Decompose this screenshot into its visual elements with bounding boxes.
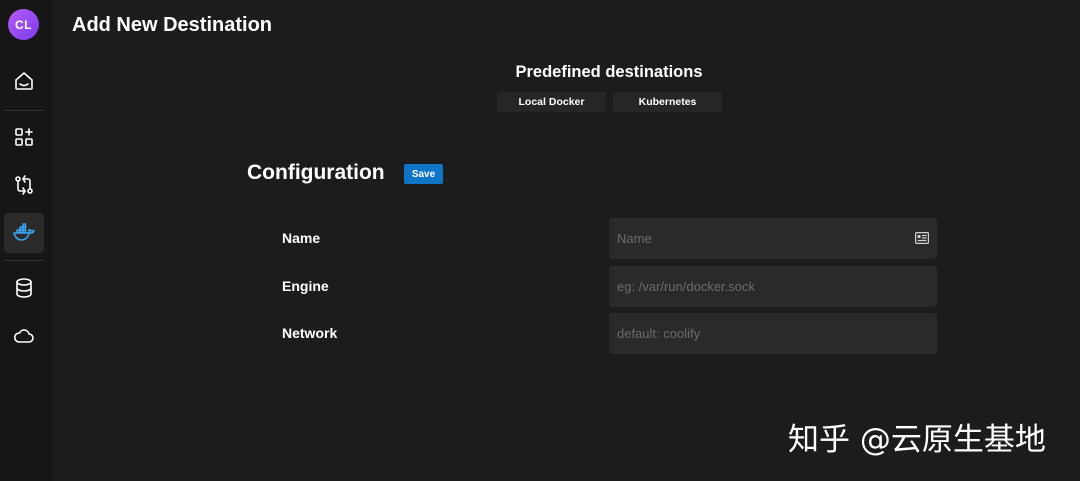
sidebar-item-databases[interactable]	[4, 268, 44, 308]
sidebar-divider	[4, 260, 44, 261]
engine-input[interactable]	[609, 266, 937, 307]
app-window: CL Add New Destination Predefined destin…	[0, 0, 1080, 481]
save-button[interactable]: Save	[404, 164, 443, 184]
sidebar-item-destinations[interactable]	[4, 213, 44, 253]
contact-card-icon[interactable]	[915, 232, 929, 244]
local-docker-button[interactable]: Local Docker	[497, 92, 606, 112]
name-input[interactable]	[609, 218, 937, 259]
sidebar-item-applications[interactable]	[4, 117, 44, 157]
git-compare-icon	[15, 175, 33, 195]
sidebar-item-services[interactable]	[4, 316, 44, 356]
apps-add-icon	[15, 128, 33, 146]
network-input[interactable]	[609, 313, 937, 354]
watermark: 知乎 @云原生基地	[788, 422, 1046, 458]
sidebar-item-git-sources[interactable]	[4, 165, 44, 205]
kubernetes-button[interactable]: Kubernetes	[613, 92, 722, 112]
network-label: Network	[282, 325, 338, 341]
predefined-destinations-heading: Predefined destinations	[515, 63, 703, 81]
avatar[interactable]: CL	[8, 9, 39, 40]
configuration-heading: Configuration	[247, 161, 385, 184]
docker-icon	[13, 223, 35, 241]
cloud-icon	[13, 329, 34, 343]
database-icon	[16, 278, 32, 298]
page-title: Add New Destination	[72, 14, 273, 36]
name-label: Name	[282, 230, 321, 246]
sidebar-divider	[4, 110, 44, 111]
engine-label: Engine	[282, 278, 329, 294]
